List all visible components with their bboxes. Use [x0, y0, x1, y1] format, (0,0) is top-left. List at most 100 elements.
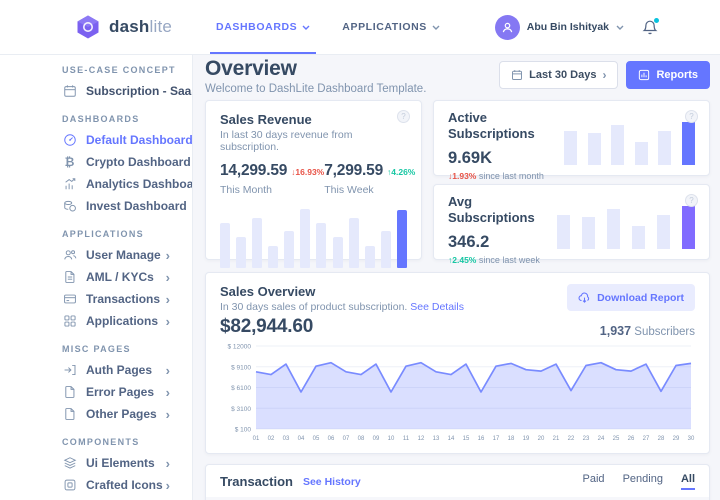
- main-content: Overview Welcome to DashLite Dashboard T…: [193, 55, 720, 500]
- svg-text:19: 19: [523, 436, 530, 442]
- file-text-icon: [62, 270, 77, 285]
- sidebar-item-crafted-icons[interactable]: Crafted Icons ›: [62, 474, 170, 496]
- sales-overview-area-chart: $ 12000$ 9100$ 6100$ 3100$ 1000102030405…: [220, 342, 695, 442]
- svg-text:27: 27: [643, 436, 650, 442]
- help-icon[interactable]: ?: [685, 194, 698, 207]
- svg-text:20: 20: [538, 436, 545, 442]
- help-icon[interactable]: ?: [685, 110, 698, 123]
- brand-name: dashlite: [109, 17, 172, 37]
- tab-paid[interactable]: Paid: [583, 473, 605, 490]
- svg-text:23: 23: [583, 436, 590, 442]
- top-navbar: dashlite DASHBOARDS APPLICATIONS Abu Bin…: [0, 0, 720, 55]
- svg-text:$ 3100: $ 3100: [231, 406, 251, 413]
- reports-icon: [638, 69, 650, 81]
- chevron-right-icon: ›: [166, 457, 170, 470]
- chevron-right-icon: ›: [166, 386, 170, 399]
- svg-text:10: 10: [388, 436, 395, 442]
- sidebar-item-subscription-saas[interactable]: Subscription - SaaS: [62, 80, 170, 102]
- sales-overview-card: Sales Overview In 30 days sales of produ…: [205, 272, 710, 454]
- bitcoin-icon: ₿: [62, 155, 77, 170]
- tab-all[interactable]: All: [681, 473, 695, 490]
- analytics-growth-icon: [62, 177, 77, 192]
- avg-subscriptions-bar-chart: [557, 201, 695, 249]
- chevron-right-icon: ›: [166, 479, 170, 492]
- chevron-right-icon: ›: [602, 68, 606, 82]
- avg-subscriptions-card: ? Avg Subscriptions 346.2 ↑2.45% since l…: [433, 184, 710, 260]
- chevron-down-icon: [616, 25, 624, 30]
- svg-text:07: 07: [343, 436, 350, 442]
- chevron-right-icon: ›: [166, 293, 170, 306]
- sidebar: USE-CASE CONCEPT Subscription - SaaS DAS…: [0, 55, 193, 500]
- svg-text:05: 05: [313, 436, 320, 442]
- sidebar-item-auth-pages[interactable]: Auth Pages ›: [62, 359, 170, 381]
- card-title: Avg Subscriptions: [448, 194, 557, 226]
- chevron-right-icon: ›: [166, 364, 170, 377]
- chevron-right-icon: ›: [166, 408, 170, 421]
- menu-dashboards[interactable]: DASHBOARDS: [200, 0, 326, 54]
- chevron-right-icon: ›: [166, 249, 170, 262]
- svg-text:09: 09: [373, 436, 380, 442]
- month-label: This Month: [220, 184, 324, 196]
- svg-text:21: 21: [553, 436, 560, 442]
- grid-icon: [62, 314, 77, 329]
- credit-card-icon: [62, 292, 77, 307]
- sidebar-item-ui-elements[interactable]: Ui Elements ›: [62, 452, 170, 474]
- menu-applications[interactable]: APPLICATIONS: [326, 0, 456, 54]
- see-details-link[interactable]: See Details: [410, 301, 464, 313]
- svg-text:16: 16: [478, 436, 485, 442]
- see-history-link[interactable]: See History: [303, 476, 361, 488]
- sidebar-item-invest-dashboard[interactable]: Invest Dashboard: [62, 195, 170, 217]
- svg-text:12: 12: [418, 436, 425, 442]
- icons-grid-icon: [62, 478, 77, 493]
- svg-text:06: 06: [328, 436, 335, 442]
- layers-icon: [62, 456, 77, 471]
- sidebar-item-default-dashboard[interactable]: Default Dashboard: [62, 129, 170, 151]
- svg-text:30: 30: [688, 436, 695, 442]
- chevron-down-icon: [302, 25, 310, 30]
- sign-in-icon: [62, 363, 77, 378]
- chevron-down-icon: [432, 25, 440, 30]
- svg-text:03: 03: [283, 436, 290, 442]
- sidebar-item-error-pages[interactable]: Error Pages ›: [62, 381, 170, 403]
- help-icon[interactable]: ?: [397, 110, 410, 123]
- svg-text:29: 29: [673, 436, 680, 442]
- tab-pending[interactable]: Pending: [623, 473, 663, 490]
- sidebar-item-applications[interactable]: Applications ›: [62, 310, 170, 332]
- card-title: Active Subscriptions: [448, 110, 564, 142]
- page-subtitle: Welcome to DashLite Dashboard Template.: [205, 82, 426, 96]
- sidebar-item-aml-kycs[interactable]: AML / KYCs ›: [62, 266, 170, 288]
- dashlite-logo-icon: [75, 14, 101, 40]
- sidebar-item-other-pages[interactable]: Other Pages ›: [62, 403, 170, 425]
- notification-dot: [654, 18, 659, 23]
- subscribers-count: 1,937 Subscribers: [600, 324, 695, 338]
- page-title: Overview: [205, 57, 426, 80]
- sidebar-heading: USE-CASE CONCEPT: [62, 65, 192, 76]
- svg-text:$ 12000: $ 12000: [228, 344, 252, 351]
- user-name: Abu Bin Ishityak: [527, 21, 609, 33]
- dashboard-icon: [62, 133, 77, 148]
- sidebar-item-crypto-dashboard[interactable]: ₿ Crypto Dashboard: [62, 151, 170, 173]
- sidebar-heading: DASHBOARDS: [62, 114, 192, 125]
- calendar-icon: [62, 84, 77, 99]
- active-subscriptions-amount: 9.69K: [448, 149, 564, 168]
- coins-icon: [62, 199, 77, 214]
- svg-text:08: 08: [358, 436, 365, 442]
- sales-revenue-card: ? Sales Revenue In last 30 days revenue …: [205, 100, 422, 260]
- week-label: This Week: [324, 184, 415, 196]
- download-report-button[interactable]: Download Report: [567, 284, 695, 311]
- date-range-button[interactable]: Last 30 Days ›: [499, 61, 618, 89]
- sales-revenue-bar-chart: [220, 206, 407, 268]
- sidebar-item-analytics-dashboard[interactable]: Analytics Dashboard: [62, 173, 170, 195]
- svg-text:11: 11: [403, 436, 410, 442]
- user-menu[interactable]: Abu Bin Ishityak: [495, 15, 624, 40]
- reports-button[interactable]: Reports: [626, 61, 710, 89]
- sidebar-item-transactions[interactable]: Transactions ›: [62, 288, 170, 310]
- sidebar-item-user-manage[interactable]: User Manage ›: [62, 244, 170, 266]
- brand-logo[interactable]: dashlite: [75, 14, 172, 40]
- svg-text:01: 01: [253, 436, 260, 442]
- notifications-button[interactable]: [642, 19, 658, 36]
- svg-text:$ 100: $ 100: [235, 427, 252, 434]
- card-title: Sales Overview: [220, 284, 464, 300]
- svg-text:04: 04: [298, 436, 305, 442]
- main-menu: DASHBOARDS APPLICATIONS: [200, 0, 456, 54]
